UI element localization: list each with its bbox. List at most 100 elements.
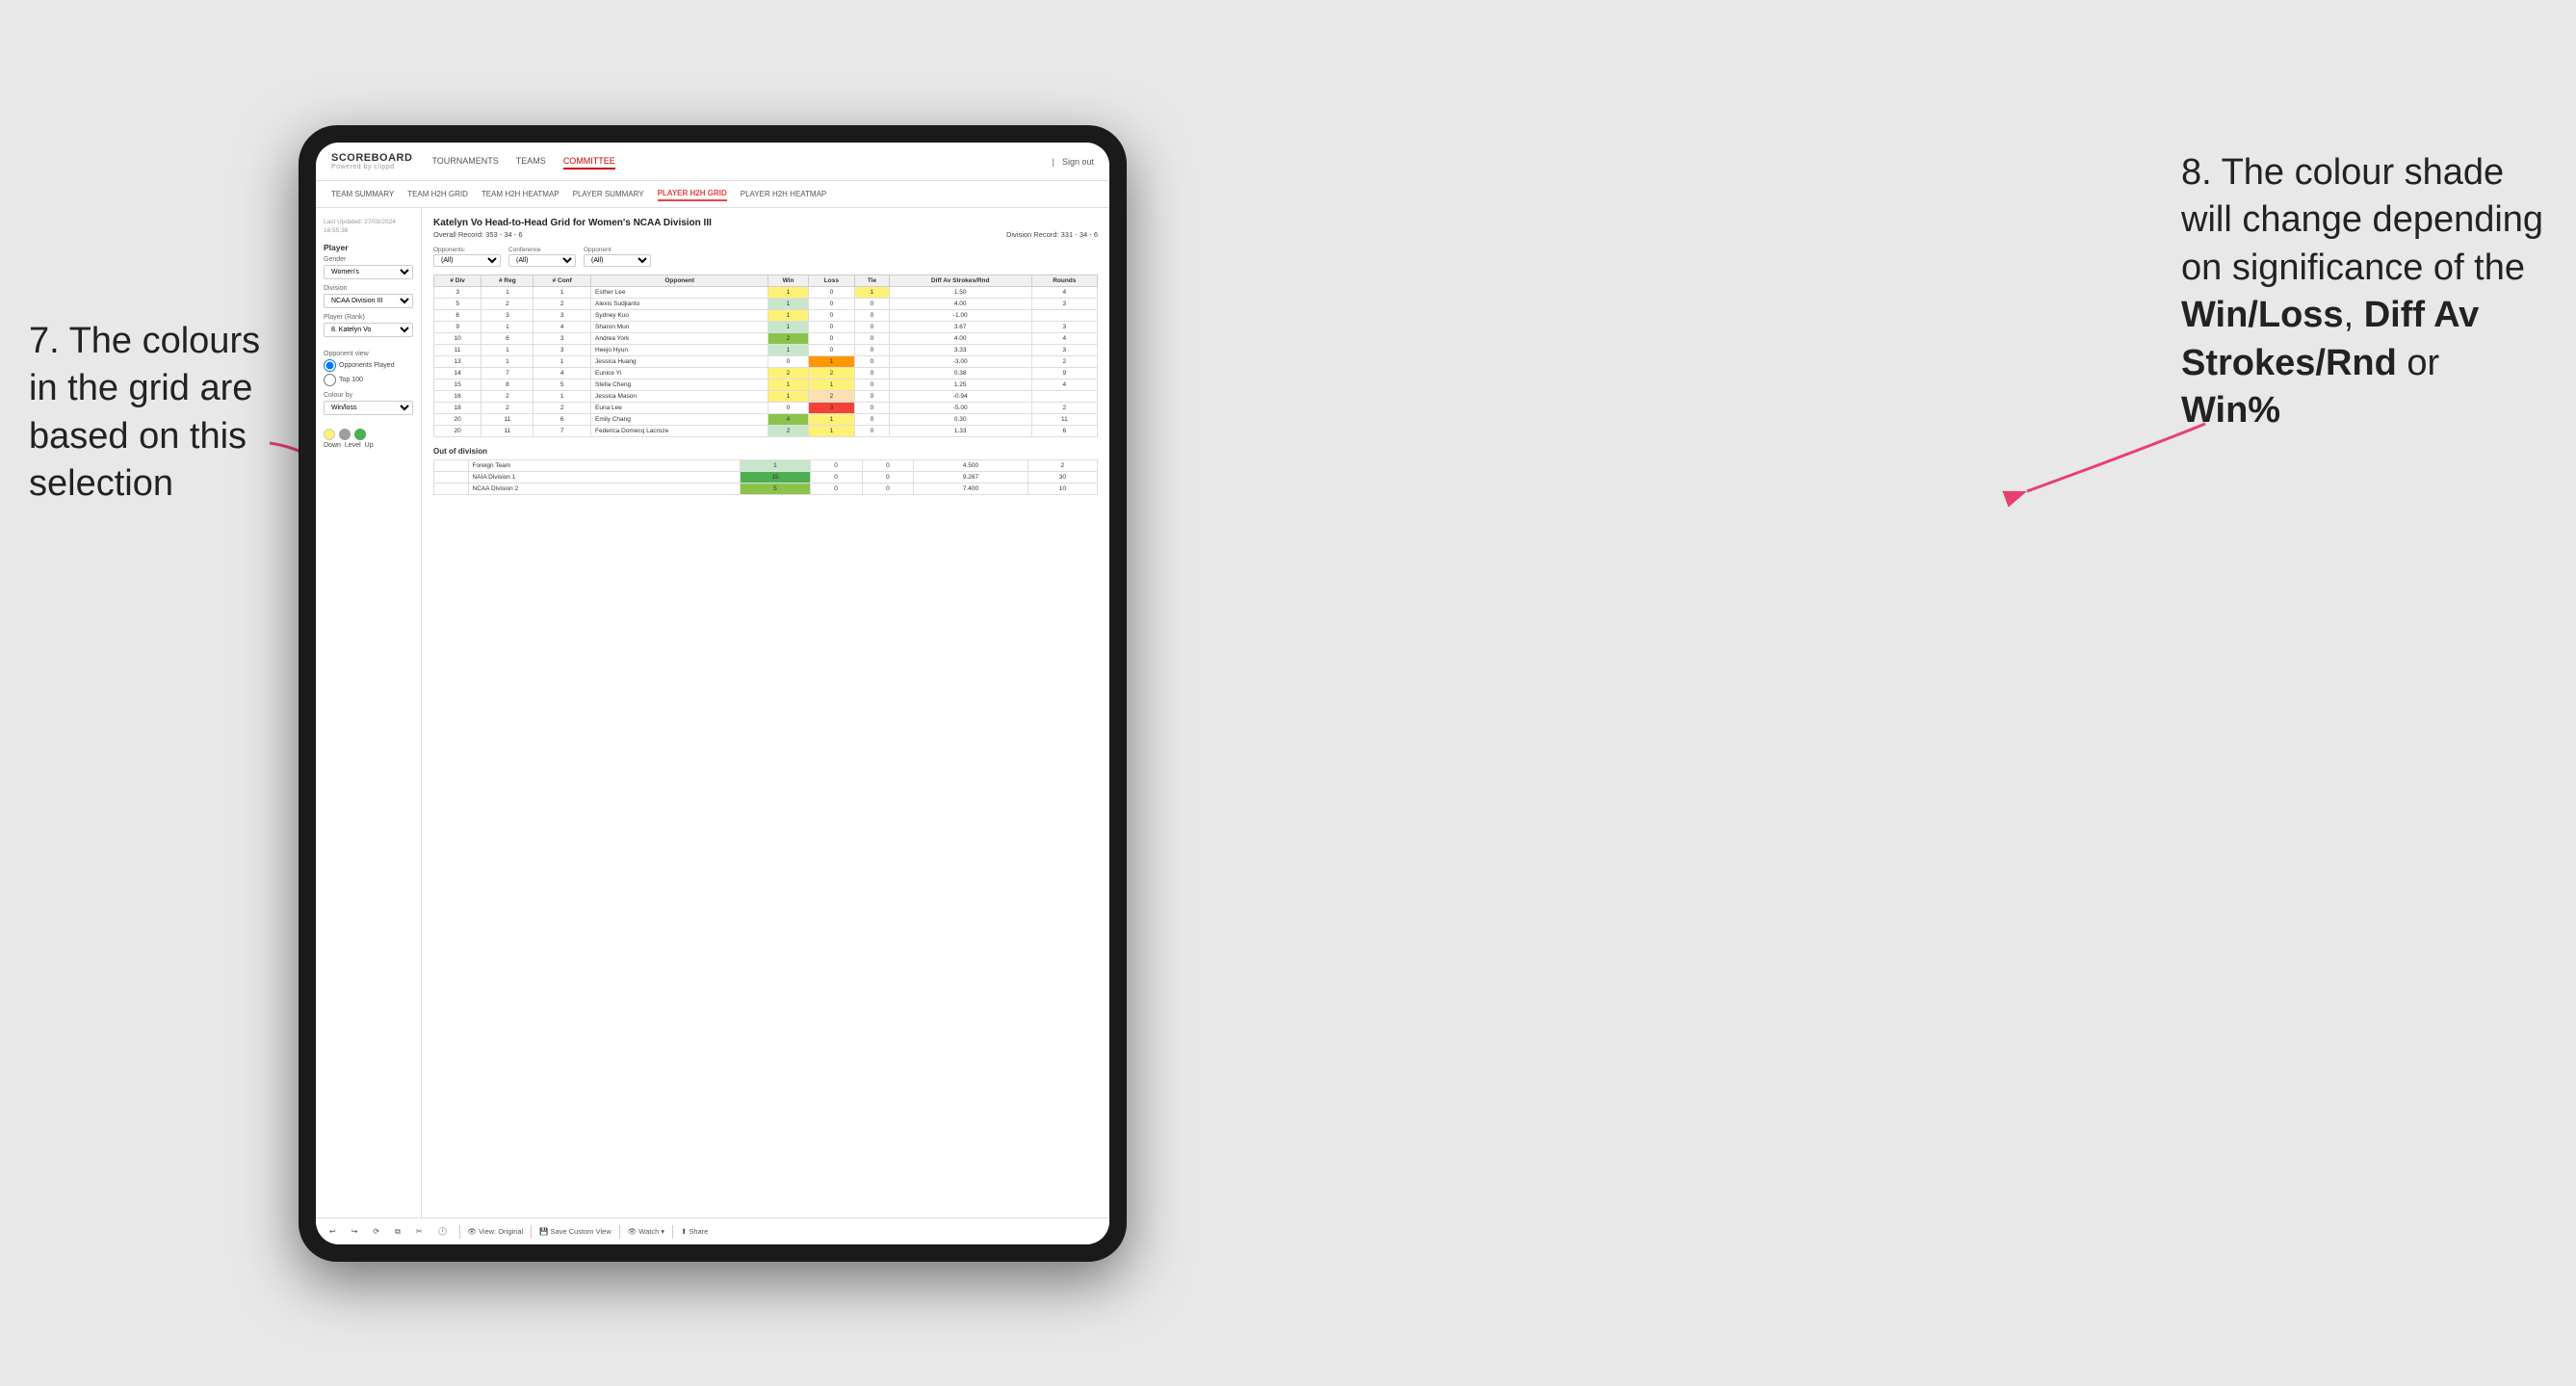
table-row: 14 7 4 Eunice Yi 2 2 0 0.38 9 [434,368,1098,379]
toolbar-sep3 [619,1225,620,1239]
sidebar-division-select[interactable]: NCAA Division III [324,294,413,308]
filter-opponent-label: Opponent [584,247,651,253]
nav-pipe: | [1053,157,1054,167]
filter-conference-label: Conference [508,247,576,253]
view-original-btn[interactable]: 👁 View: Original [468,1227,524,1236]
filter-conference: Conference (All) [508,247,576,267]
annotation-left-text: 7. The colours in the grid are based on … [29,321,260,504]
share-btn[interactable]: ⬆ Share [681,1227,708,1236]
nav-committee[interactable]: COMMITTEE [563,154,615,170]
filter-opponents-select[interactable]: (All) [433,254,501,267]
legend-dot-level [339,429,351,440]
th-opponent: Opponent [591,275,768,287]
table-row: 9 1 4 Sharon Mun 1 0 0 3.67 3 [434,322,1098,333]
logo: SCOREBOARD Powered by clippd [331,152,412,171]
table-row: 15 8 5 Stella Cheng 1 1 0 1.25 4 [434,379,1098,391]
subnav-team-summary[interactable]: TEAM SUMMARY [331,188,394,200]
tablet-screen: SCOREBOARD Powered by clippd TOURNAMENTS… [316,143,1109,1244]
main-content: Last Updated: 27/03/202416:55:38 Player … [316,208,1109,1217]
table-row: 18 2 2 Euna Lee 0 3 0 -5.00 2 [434,403,1098,414]
logo-text: SCOREBOARD [331,152,412,164]
scissors-btn[interactable]: ✂ [412,1225,427,1238]
radio-opponents-played[interactable]: Opponents Played [324,359,413,372]
table-row: 13 1 1 Jessica Huang 0 1 0 -3.00 2 [434,356,1098,368]
ood-table-row: NAIA Division 1 15 0 0 9.267 30 [434,472,1098,484]
sidebar-division-label: Division [324,285,413,292]
nav-right: | Sign out [1053,155,1094,169]
nav-teams[interactable]: TEAMS [516,154,546,170]
toolbar: ↩ ↪ ⟳ ⧉ ✂ 🕐 👁 View: Original 💾 Save Cust… [316,1217,1109,1244]
annotation-right-text1: 8. The colour shade will change dependin… [2181,152,2543,288]
table-header-row: # Div # Reg # Conf Opponent Win Loss Tie… [434,275,1098,287]
watch-label: Watch [638,1227,659,1236]
nav-tournaments[interactable]: TOURNAMENTS [431,154,498,170]
arrow-right [2017,414,2210,510]
toolbar-sep2 [531,1225,532,1239]
toolbar-sep4 [672,1225,673,1239]
legend-label-level: Level [345,442,361,449]
step-btn[interactable]: ⟳ [369,1225,383,1238]
sidebar-colour-by-label: Colour by [324,392,413,399]
grid-content: Katelyn Vo Head-to-Head Grid for Women's… [422,208,1109,1217]
annotation-right: 8. The colour shade will change dependin… [2181,149,2547,434]
sidebar-radio-group: Opponents Played Top 100 [324,359,413,386]
sidebar-gender-select[interactable]: Women's [324,265,413,279]
sidebar-updated: Last Updated: 27/03/202416:55:38 [324,218,413,235]
th-diff: Diff Av Strokes/Rnd [889,275,1031,287]
sidebar-player-rank-select[interactable]: 8. Katelyn Vo [324,323,413,337]
save-custom-label: Save Custom View [551,1227,611,1236]
legend-dot-down [324,429,335,440]
sidebar-player-rank-label: Player (Rank) [324,314,413,321]
subnav-team-h2h-grid[interactable]: TEAM H2H GRID [407,188,468,200]
redo-btn[interactable]: ↪ [348,1225,362,1238]
table-row: 6 3 3 Sydney Kuo 1 0 0 -1.00 [434,310,1098,322]
legend-dot-up [354,429,366,440]
sidebar-opponent-view-label: Opponent view [324,351,413,357]
main-data-table: # Div # Reg # Conf Opponent Win Loss Tie… [433,275,1098,437]
subnav-team-h2h-heatmap[interactable]: TEAM H2H HEATMAP [481,188,559,200]
filter-opponents-label: Opponents: [433,247,501,253]
watch-btn[interactable]: 👁 Watch ▾ [628,1227,664,1236]
th-win: Win [768,275,808,287]
th-conf: # Conf [533,275,591,287]
logo-sub: Powered by clippd [331,164,412,171]
share-label: Share [689,1227,708,1236]
filter-opponents: Opponents: (All) [433,247,501,267]
subnav-player-h2h-heatmap[interactable]: PLAYER H2H HEATMAP [741,188,827,200]
annotation-right-bold1: Win/Loss [2181,295,2344,335]
table-row: 3 1 1 Esther Lee 1 0 1 1.50 4 [434,287,1098,299]
sub-nav: TEAM SUMMARY TEAM H2H GRID TEAM H2H HEAT… [316,181,1109,208]
table-row: 20 11 6 Emily Chang 4 1 0 0.30 11 [434,414,1098,426]
nav-bar: SCOREBOARD Powered by clippd TOURNAMENTS… [316,143,1109,181]
table-row: 16 2 1 Jessica Mason 1 2 0 -0.94 [434,391,1098,403]
save-icon: 💾 [539,1227,548,1236]
grid-title: Katelyn Vo Head-to-Head Grid for Women's… [433,218,1098,228]
nav-signout[interactable]: Sign out [1062,155,1094,169]
eye-icon: 👁 [468,1227,478,1236]
filter-conference-select[interactable]: (All) [508,254,576,267]
subnav-player-summary[interactable]: PLAYER SUMMARY [573,188,644,200]
division-record: Division Record: 331 - 34 - 6 [1006,230,1098,239]
th-rounds: Rounds [1031,275,1097,287]
clock-btn[interactable]: 🕐 [434,1225,452,1238]
th-tie: Tie [855,275,890,287]
annotation-comma: , [2344,295,2364,335]
copy-btn[interactable]: ⧉ [391,1225,404,1239]
watch-arrow: ▾ [661,1227,664,1236]
table-row: 10 6 3 Andrea York 2 0 0 4.00 4 [434,333,1098,345]
legend-label-down: Down [324,442,341,449]
filter-opponent-select[interactable]: (All) [584,254,651,267]
th-loss: Loss [808,275,855,287]
ood-table-row: Foreign Team 1 0 0 4.500 2 [434,460,1098,472]
legend-label-up: Up [365,442,374,449]
radio-top100[interactable]: Top 100 [324,374,413,386]
sidebar-colour-by-select[interactable]: Win/loss [324,401,413,415]
sidebar-gender-label: Gender [324,256,413,263]
grid-record: Overall Record: 353 - 34 - 6 Division Re… [433,230,1098,239]
save-custom-btn[interactable]: 💾 Save Custom View [539,1227,611,1236]
undo-btn[interactable]: ↩ [325,1225,340,1238]
annotation-left: 7. The colours in the grid are based on … [29,318,289,509]
subnav-player-h2h-grid[interactable]: PLAYER H2H GRID [658,187,727,201]
sidebar-player-title: Player [324,243,413,252]
table-row: 5 2 2 Alexis Sudjianto 1 0 0 4.00 3 [434,299,1098,310]
